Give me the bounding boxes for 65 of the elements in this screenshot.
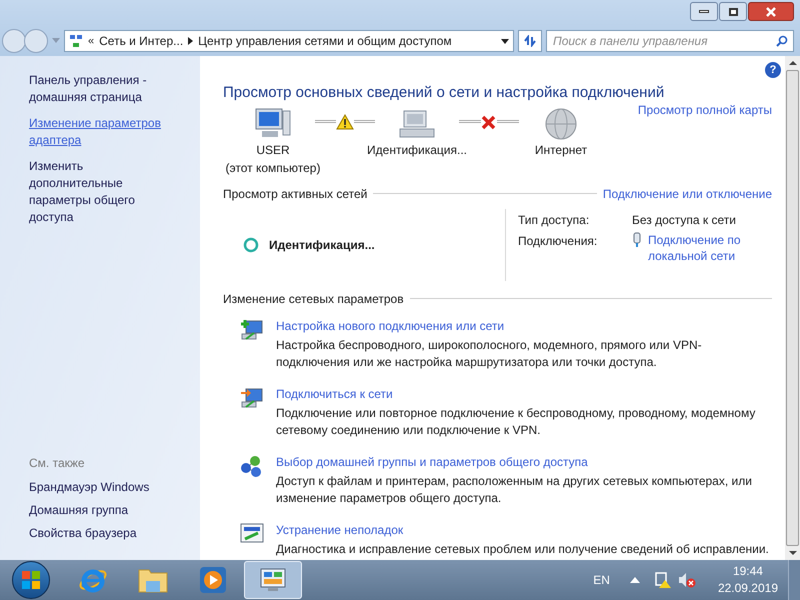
close-button[interactable] [748, 2, 794, 21]
address-bar[interactable]: « Сеть и Интер... Центр управления сетями и общим доступом [64, 30, 514, 52]
access-value: Без доступа к сети [632, 212, 737, 228]
language-indicator[interactable]: EN [593, 571, 610, 589]
media-player-icon[interactable] [199, 566, 227, 594]
windows-logo-icon [21, 570, 41, 590]
task-description: Подключение или повторное подключение к беспроводному, проводному, модемному сетевому соединению или подключение к VPN. [276, 404, 756, 438]
separator-arrow-icon [188, 37, 194, 45]
sidebar-link[interactable]: Свойства браузера [29, 525, 171, 542]
connection-link[interactable]: Подключение по локальной сети [648, 232, 758, 264]
restore-button[interactable] [719, 2, 747, 21]
network-name: Идентификация... [269, 236, 375, 254]
dropdown-icon[interactable] [501, 38, 509, 44]
network-warning-icon[interactable] [654, 571, 672, 589]
sidebar-link[interactable]: Домашняя группа [29, 502, 171, 519]
connections-label: Подключения: [518, 232, 598, 250]
network-connect-icon [240, 386, 264, 410]
scroll-thumb[interactable] [786, 70, 799, 546]
troubleshoot-icon [240, 522, 264, 544]
sidebar-link[interactable]: Изменение параметров адаптера [29, 115, 171, 149]
sidebar-link[interactable]: Брандмауэр Windows [29, 479, 171, 496]
help-button[interactable]: ? [765, 62, 781, 78]
sidebar-link[interactable]: Изменить дополнительные параметры общего доступа [29, 158, 171, 226]
refresh-button[interactable] [518, 30, 542, 52]
show-hidden-icons[interactable] [630, 577, 640, 583]
close-icon [765, 6, 777, 16]
access-label: Тип доступа: [518, 212, 590, 228]
task-link[interactable]: Настройка нового подключения или сети [276, 318, 772, 334]
search-icon [776, 35, 788, 47]
node-label: Интернет [534, 142, 588, 158]
task-link[interactable]: Выбор домашней группы и параметров общего доступа [276, 454, 772, 470]
task-description: Диагностика и исправление сетевых проблем или получение сведений об исправлении. [276, 540, 770, 558]
control-panel-icon[interactable] [259, 567, 287, 593]
node-label: USER [256, 142, 290, 158]
breadcrumb: Сеть и Интер... [99, 33, 184, 50]
refresh-icon [523, 35, 537, 47]
section-heading: Просмотр активных сетей [223, 186, 368, 202]
connect-link[interactable]: Подключение или отключение [602, 184, 772, 202]
overflow-chevron-icon: « [88, 32, 94, 50]
loading-ring-icon [243, 236, 259, 252]
task-link[interactable]: Подключиться к сети [276, 386, 772, 402]
network-icon [69, 34, 83, 48]
see-also-heading: См. также [29, 455, 86, 472]
homegroup-icon [240, 454, 264, 478]
speaker-muted-icon[interactable] [678, 571, 696, 589]
scrollbar[interactable] [785, 56, 800, 560]
breadcrumb: Центр управления сетями и общим доступом [198, 33, 453, 50]
sidebar-link[interactable]: Панель управления - домашняя страница [29, 72, 171, 106]
minimize-button[interactable] [690, 2, 718, 21]
error-x-icon [481, 114, 497, 130]
network-add-icon [240, 318, 264, 342]
search-field[interactable]: Поиск в панели управления [546, 30, 794, 52]
node-sublabel: (этот компьютер) [226, 160, 320, 176]
full-map-link[interactable]: Просмотр полной карты [638, 100, 772, 118]
clock[interactable]: 19:44 22.09.2019 [718, 563, 778, 597]
ethernet-icon [632, 232, 642, 248]
node-label: Идентификация... [367, 142, 467, 158]
task-description: Доступ к файлам и принтерам, расположенным на других сетевых компьютерах, или изменение параметров общего доступа. [276, 472, 753, 506]
warning-icon [336, 114, 354, 130]
task-description: Настройка беспроводного, широкополосного, модемного, прямого или VPN-подключения или же настройка маршрутизатора или точки доступа. [276, 336, 703, 370]
start-button[interactable] [12, 561, 50, 599]
page-title: Просмотр основных сведений о сети и настройка подключений [223, 83, 664, 103]
globe-icon [544, 106, 578, 140]
section-heading: Изменение сетевых параметров [223, 290, 404, 308]
task-link[interactable]: Устранение неполадок [276, 522, 771, 538]
